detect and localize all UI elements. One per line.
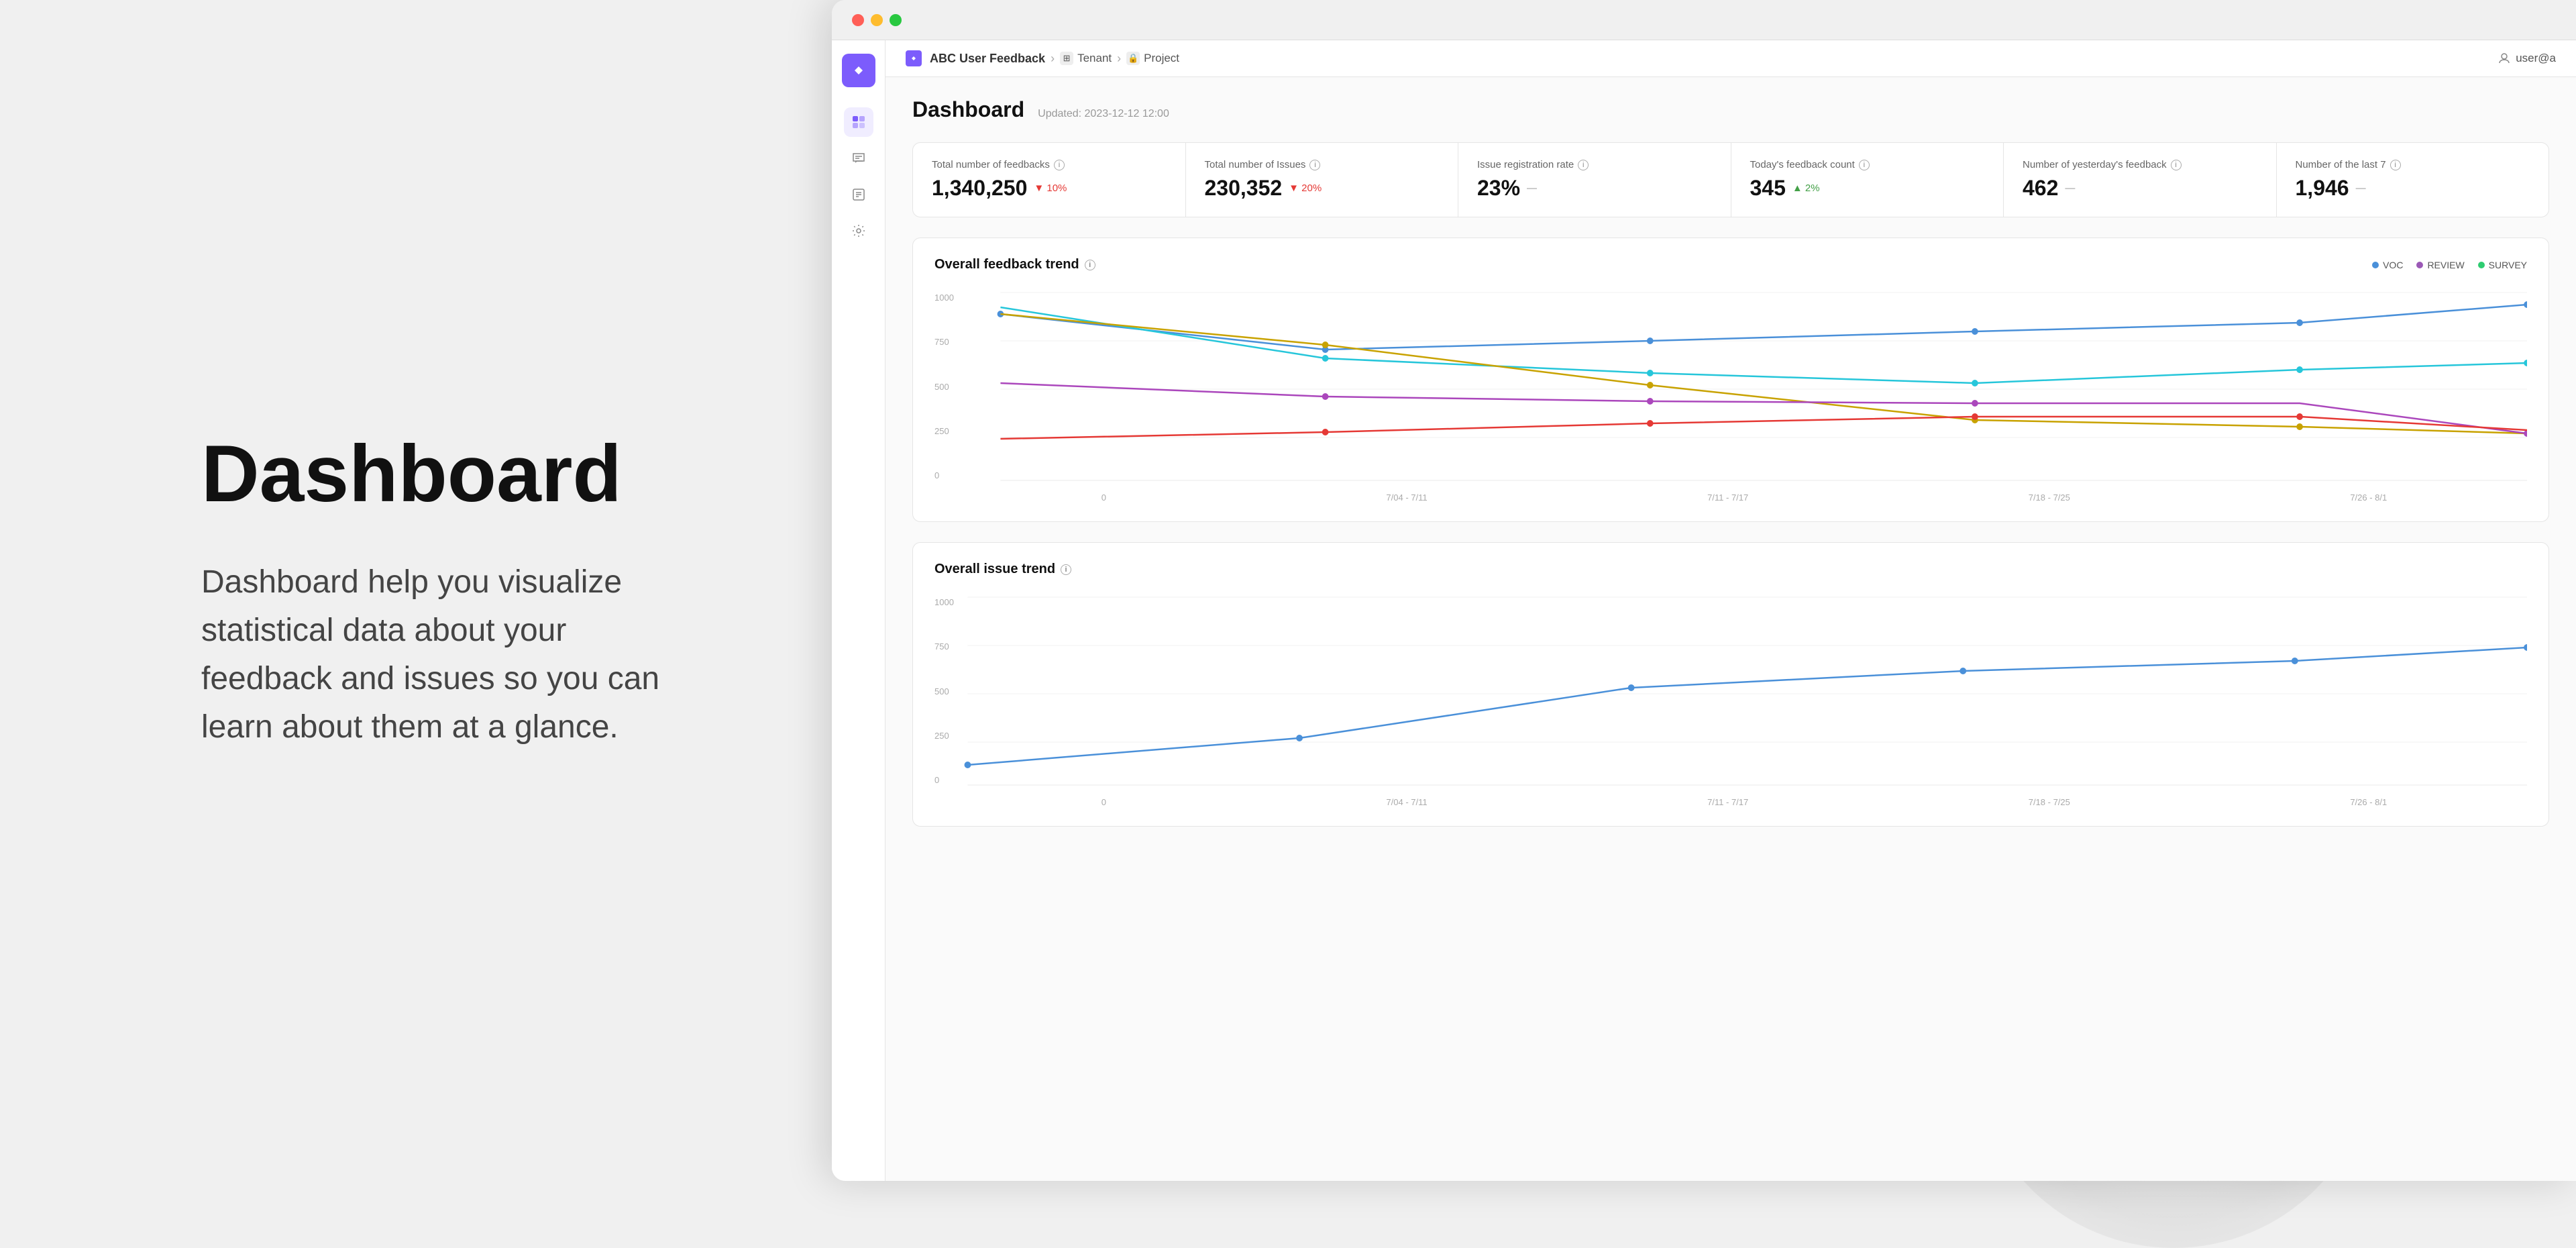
feedback-trend-section: Overall feedback trend i VOC REVIEW — [912, 238, 2549, 522]
legend-dot-review — [2416, 262, 2423, 268]
minimize-button[interactable] — [871, 14, 883, 26]
chart-title-issue: Overall issue trend i — [934, 562, 1071, 577]
stat-card-feedbacks: Total number of feedbacks i 1,340,250 ▼ … — [913, 143, 1186, 217]
breadcrumb: ABC User Feedback › ⊞ Tenant › 🔒 Project — [906, 50, 1179, 66]
legend-survey: SURVEY — [2478, 260, 2527, 270]
y-axis-feedback: 1000 750 500 250 0 — [934, 286, 954, 487]
stat-card-rate: Issue registration rate i 23% — — [1458, 143, 1731, 217]
feedback-chart-svg — [934, 286, 2527, 487]
legend-dot-survey — [2478, 262, 2485, 268]
stat-label-issues: Total number of Issues i — [1205, 159, 1440, 170]
stat-label-today: Today's feedback count i — [1750, 159, 1985, 170]
feedback-chart-container: 1000 750 500 250 0 — [934, 286, 2527, 487]
stats-row: Total number of feedbacks i 1,340,250 ▼ … — [912, 142, 2549, 217]
y-axis-issue: 1000 750 500 250 0 — [934, 590, 954, 792]
app-name: ABC User Feedback — [930, 52, 1045, 66]
stat-info-rate[interactable]: i — [1578, 160, 1589, 170]
chart-info-issue[interactable]: i — [1061, 564, 1071, 575]
user-label: user@a — [2516, 52, 2556, 65]
sidebar-item-dashboard[interactable] — [844, 107, 873, 137]
stat-value-yesterday: 462 — — [2023, 176, 2257, 201]
issue-trend-section: Overall issue trend i 1000 750 500 250 0 — [912, 542, 2549, 827]
legend-voc: VOC — [2372, 260, 2403, 270]
x-axis-issue: 0 7/04 - 7/11 7/11 - 7/17 7/18 - 7/25 7/… — [934, 797, 2527, 807]
stat-label-rate: Issue registration rate i — [1477, 159, 1712, 170]
breadcrumb-sep-2: › — [1117, 52, 1121, 66]
stat-info-last7[interactable]: i — [2390, 160, 2401, 170]
issue-chart-svg — [934, 590, 2527, 792]
stat-label-feedbacks: Total number of feedbacks i — [932, 159, 1167, 170]
stat-value-issues: 230,352 ▼ 20% — [1205, 176, 1440, 201]
page-title: Dashboard — [912, 97, 1024, 122]
breadcrumb-sep-1: › — [1051, 52, 1055, 66]
close-button[interactable] — [852, 14, 864, 26]
project-icon: 🔒 — [1126, 52, 1140, 65]
traffic-lights — [852, 14, 902, 26]
stat-info-yesterday[interactable]: i — [2171, 160, 2182, 170]
chart-info-feedback[interactable]: i — [1085, 260, 1095, 270]
stat-label-last7: Number of the last 7 i — [2296, 159, 2530, 170]
top-nav: ABC User Feedback › ⊞ Tenant › 🔒 Project — [885, 40, 2576, 77]
stat-value-last7: 1,946 — — [2296, 176, 2530, 201]
breadcrumb-project[interactable]: 🔒 Project — [1126, 52, 1179, 65]
breadcrumb-tenant[interactable]: ⊞ Tenant — [1060, 52, 1112, 65]
sidebar — [832, 40, 885, 1181]
stat-badge-today: ▲ 2% — [1792, 183, 1820, 194]
stat-value-today: 345 ▲ 2% — [1750, 176, 1985, 201]
stat-card-today: Today's feedback count i 345 ▲ 2% — [1731, 143, 2004, 217]
legend-dot-voc — [2372, 262, 2379, 268]
title-bar — [832, 0, 2576, 40]
legend-review: REVIEW — [2416, 260, 2464, 270]
sidebar-item-feedback[interactable] — [844, 144, 873, 173]
chart-header-issue: Overall issue trend i — [934, 562, 2527, 577]
content-area: ABC User Feedback › ⊞ Tenant › 🔒 Project — [885, 40, 2576, 1181]
page-header: Dashboard Updated: 2023-12-12 12:00 — [912, 97, 2549, 122]
stat-badge-issues: ▼ 20% — [1289, 183, 1322, 194]
chart-legend-feedback: VOC REVIEW SURVEY — [2372, 260, 2527, 270]
left-panel: Dashboard Dashboard help you visualize s… — [0, 0, 872, 1181]
chart-title-feedback: Overall feedback trend i — [934, 257, 1095, 272]
stat-value-rate: 23% — — [1477, 176, 1712, 201]
stat-badge-yesterday: — — [2065, 183, 2075, 194]
left-panel-description: Dashboard help you visualize statistical… — [201, 558, 671, 751]
stat-info-today[interactable]: i — [1859, 160, 1870, 170]
app-window: ABC User Feedback › ⊞ Tenant › 🔒 Project — [832, 0, 2576, 1181]
page-updated: Updated: 2023-12-12 12:00 — [1038, 108, 1169, 120]
stat-info-issues[interactable]: i — [1309, 160, 1320, 170]
main-content: Dashboard Updated: 2023-12-12 12:00 Tota… — [885, 77, 2576, 1181]
user-area[interactable]: user@a — [2498, 52, 2556, 65]
maximize-button[interactable] — [890, 14, 902, 26]
left-panel-title: Dashboard — [201, 429, 671, 518]
stat-label-yesterday: Number of yesterday's feedback i — [2023, 159, 2257, 170]
tenant-icon: ⊞ — [1060, 52, 1073, 65]
stat-card-issues: Total number of Issues i 230,352 ▼ 20% — [1186, 143, 1459, 217]
stat-badge-feedbacks: ▼ 10% — [1034, 183, 1067, 194]
issue-chart-container: 1000 750 500 250 0 — [934, 590, 2527, 792]
sidebar-item-settings[interactable] — [844, 216, 873, 246]
app-logo — [842, 54, 875, 87]
stat-badge-rate: — — [1527, 183, 1537, 194]
stat-value-feedbacks: 1,340,250 ▼ 10% — [932, 176, 1167, 201]
user-icon — [2498, 52, 2510, 64]
chart-header-feedback: Overall feedback trend i VOC REVIEW — [934, 257, 2527, 272]
stat-info-feedbacks[interactable]: i — [1054, 160, 1065, 170]
x-axis-feedback: 0 7/04 - 7/11 7/11 - 7/17 7/18 - 7/25 7/… — [934, 492, 2527, 503]
stat-card-last7: Number of the last 7 i 1,946 — — [2277, 143, 2549, 217]
stat-card-yesterday: Number of yesterday's feedback i 462 — — [2004, 143, 2277, 217]
stat-badge-last7: — — [2356, 183, 2366, 194]
breadcrumb-logo — [906, 50, 922, 66]
sidebar-item-issues[interactable] — [844, 180, 873, 209]
